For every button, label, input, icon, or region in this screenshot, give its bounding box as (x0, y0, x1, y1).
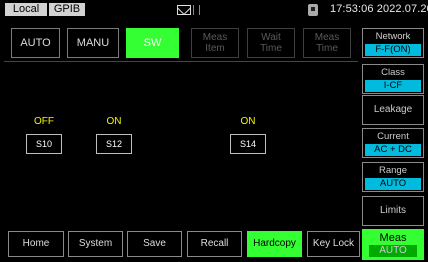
channel-s10-button[interactable]: S10 (26, 134, 62, 154)
range-label: Range (379, 165, 407, 176)
channel-s12-button[interactable]: S12 (96, 134, 132, 154)
meas-time-label-line2: Time (316, 43, 338, 54)
meas-time-button[interactable]: Meas Time (303, 28, 351, 58)
status-bar: Local GPIB 17:53:06 2022.07.20 (0, 0, 428, 19)
channel-state-s12: ON (106, 116, 122, 127)
meas-value: AUTO (369, 245, 417, 257)
channel-s14-button[interactable]: S14 (230, 134, 266, 154)
meas-item-label-line2: Item (205, 43, 225, 54)
meas-label: Meas (379, 232, 407, 244)
wait-time-button[interactable]: Wait Time (247, 28, 295, 58)
wait-time-label-line1: Wait (261, 32, 281, 43)
manual-mode-button[interactable]: MANU (67, 28, 119, 58)
hardcopy-button[interactable]: Hardcopy (247, 231, 302, 257)
switch-mode-button[interactable]: SW (126, 28, 179, 58)
usb-icon (308, 4, 318, 16)
range-value: AUTO (365, 178, 421, 190)
current-softkey[interactable]: Current AC + DC (362, 128, 424, 158)
auto-mode-button[interactable]: AUTO (11, 28, 60, 58)
key-lock-button[interactable]: Key Lock (307, 231, 360, 257)
class-softkey[interactable]: Class I-CF (362, 64, 424, 94)
switch-channel-panel: OFF S10 ON S12 ON S14 (4, 61, 358, 226)
channel-state-s14: ON (240, 116, 256, 127)
network-softkey[interactable]: Network F-F(ON) (362, 28, 424, 58)
home-button[interactable]: Home (8, 231, 64, 257)
system-button[interactable]: System (68, 231, 123, 257)
current-label: Current (377, 131, 409, 142)
meas-item-button[interactable]: Meas Item (191, 28, 239, 58)
class-value: I-CF (365, 80, 421, 92)
gpib-indicator: GPIB (49, 3, 85, 16)
range-softkey[interactable]: Range AUTO (362, 162, 424, 192)
channel-state-s10: OFF (34, 116, 54, 127)
network-value: F-F(ON) (365, 44, 421, 56)
meas-item-label-line1: Meas (202, 32, 228, 43)
datetime-display: 17:53:06 2022.07.20 (330, 3, 428, 15)
meas-softkey[interactable]: Meas AUTO (362, 229, 424, 260)
save-button[interactable]: Save (127, 231, 182, 257)
recall-button[interactable]: Recall (187, 231, 242, 257)
mail-icon (177, 5, 191, 15)
signal-icon (193, 5, 200, 15)
local-indicator: Local (5, 3, 47, 16)
wait-time-label-line2: Time (260, 43, 282, 54)
meas-time-label-line1: Meas (314, 32, 340, 43)
current-value: AC + DC (365, 144, 421, 156)
class-label: Class (381, 67, 405, 78)
leakage-softkey[interactable]: Leakage (362, 95, 424, 125)
network-label: Network (375, 31, 411, 42)
limits-softkey[interactable]: Limits (362, 196, 424, 226)
